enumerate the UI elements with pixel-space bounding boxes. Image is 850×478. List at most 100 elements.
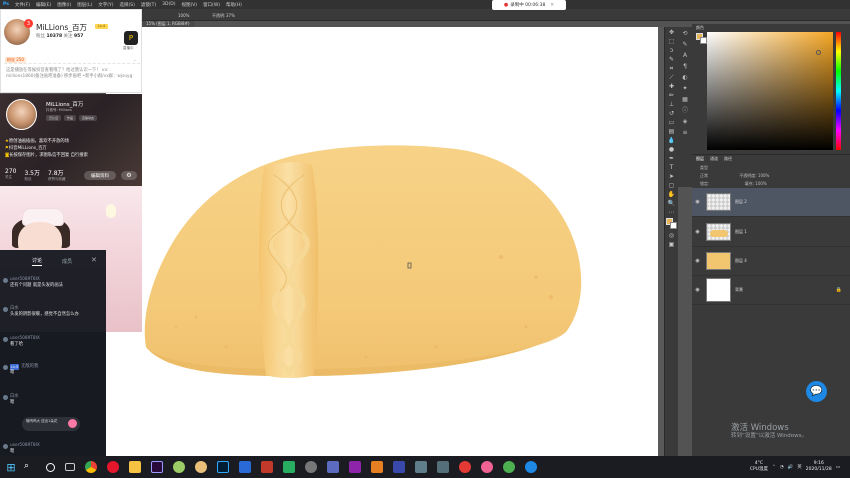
- file-explorer-icon[interactable]: [129, 461, 141, 473]
- clock[interactable]: 9:16 2020/11/28: [806, 461, 832, 473]
- adjustments-icon[interactable]: ◐: [680, 74, 690, 82]
- chat-bubble-icon[interactable]: 💬: [806, 381, 827, 402]
- layer-row[interactable]: ◉ 图层 4: [692, 247, 850, 276]
- hand-tool-icon[interactable]: ✋: [667, 191, 677, 198]
- app-icon[interactable]: [327, 461, 339, 473]
- app-icon[interactable]: [305, 461, 317, 473]
- hue-slider[interactable]: [836, 32, 841, 150]
- channels-icon[interactable]: ≡: [680, 129, 690, 137]
- brush-settings-icon[interactable]: ✎: [680, 41, 690, 49]
- color-swatches[interactable]: [665, 218, 678, 230]
- stamp-tool-icon[interactable]: ⊥: [667, 101, 677, 108]
- brush-tool-icon[interactable]: ✏: [667, 92, 677, 99]
- color-picker-field[interactable]: [707, 32, 833, 150]
- gradient-tool-icon[interactable]: ▤: [667, 128, 677, 135]
- styles-panel-icon[interactable]: ✦: [680, 85, 690, 93]
- ime-indicator[interactable]: 英: [797, 464, 802, 470]
- layer-row[interactable]: ◉ 图层 1: [692, 218, 850, 247]
- more-tools-icon[interactable]: ⋯: [667, 209, 677, 216]
- stat-likes[interactable]: 7.8万 获赞与收藏: [48, 168, 66, 182]
- character-panel-icon[interactable]: A: [680, 52, 690, 60]
- eyedropper-icon[interactable]: ⟋: [667, 74, 677, 81]
- pen-tool-icon[interactable]: ✒: [667, 155, 677, 162]
- healing-icon[interactable]: ✚: [667, 83, 677, 90]
- zoom-tool-icon[interactable]: 🔍: [667, 200, 677, 207]
- photoshop-icon[interactable]: [217, 461, 229, 473]
- app-icon[interactable]: [195, 461, 207, 473]
- live-button[interactable]: P: [124, 31, 138, 45]
- windows-start-icon[interactable]: ⊞: [3, 461, 19, 474]
- canvas[interactable]: [106, 27, 658, 456]
- menu-3d[interactable]: 3D(D): [159, 2, 178, 7]
- dodge-tool-icon[interactable]: ●: [667, 146, 677, 153]
- background-swatch[interactable]: [669, 222, 677, 229]
- wechat-icon[interactable]: [173, 461, 185, 473]
- stat-fans[interactable]: 3.5万 粉丝: [24, 168, 40, 182]
- move-tool-icon[interactable]: ✥: [667, 29, 677, 36]
- close-icon[interactable]: ✕: [91, 256, 97, 264]
- layer-row[interactable]: ◉ 背景 🔒: [692, 276, 850, 305]
- tab-discussion[interactable]: 讨论: [32, 257, 43, 266]
- menu-filter[interactable]: 滤镜(T): [138, 2, 159, 8]
- blend-mode-select[interactable]: 正常: [700, 173, 708, 178]
- menu-help[interactable]: 帮助(H): [223, 2, 245, 8]
- tab-layers[interactable]: 图层: [696, 156, 704, 162]
- menu-window[interactable]: 窗口(W): [200, 2, 223, 8]
- edit-profile-button[interactable]: 编辑资料: [84, 171, 116, 180]
- menu-image[interactable]: 图像(I): [54, 2, 74, 8]
- menu-type[interactable]: 文字(Y): [95, 2, 116, 8]
- opacity-value[interactable]: 100%: [758, 173, 769, 178]
- settings-gear-icon[interactable]: ⚙: [121, 171, 137, 180]
- lasso-tool-icon[interactable]: ↄ: [667, 47, 677, 54]
- fan-tag[interactable]: 粉丝 250: [5, 57, 26, 63]
- quick-select-icon[interactable]: ✎: [667, 56, 677, 63]
- app-icon[interactable]: [393, 461, 405, 473]
- menu-file[interactable]: 文件(F): [12, 2, 33, 8]
- info-panel-icon[interactable]: ⓘ: [680, 107, 690, 115]
- visibility-eye-icon[interactable]: ◉: [695, 287, 700, 293]
- stat-following[interactable]: 270 关注: [5, 168, 16, 182]
- quick-mask-icon[interactable]: ◎: [667, 232, 677, 239]
- navigator-icon[interactable]: ◈: [680, 118, 690, 126]
- app-icon[interactable]: [459, 461, 471, 473]
- app-icon[interactable]: [481, 461, 493, 473]
- weibo-icon[interactable]: [107, 461, 119, 473]
- menu-select[interactable]: 选择(S): [117, 2, 138, 8]
- app-icon[interactable]: [415, 461, 427, 473]
- marquee-tool-icon[interactable]: ⬚: [667, 38, 677, 45]
- ps-logo[interactable]: Ps: [0, 2, 12, 7]
- menu-edit[interactable]: 编辑(E): [33, 2, 54, 8]
- fill-value[interactable]: 100%: [755, 181, 766, 186]
- swatches-panel-icon[interactable]: ▦: [680, 96, 690, 104]
- chrome-icon[interactable]: [85, 461, 97, 473]
- cortana-icon[interactable]: [46, 462, 55, 472]
- text-tool-icon[interactable]: T: [667, 164, 677, 171]
- screen-mode-icon[interactable]: ▣: [667, 241, 677, 248]
- tab-paths[interactable]: 路径: [724, 156, 732, 162]
- app-icon[interactable]: [239, 461, 251, 473]
- close-icon[interactable]: ✕: [550, 3, 554, 8]
- paragraph-panel-icon[interactable]: ¶: [680, 63, 690, 71]
- app-icon[interactable]: [261, 461, 273, 473]
- task-view-icon[interactable]: [65, 463, 75, 471]
- pill-verified[interactable]: 已认证: [46, 115, 62, 121]
- path-select-icon[interactable]: ➤: [667, 173, 677, 180]
- blur-tool-icon[interactable]: 💧: [667, 137, 677, 144]
- search-icon[interactable]: ⌕: [24, 461, 36, 473]
- app-icon[interactable]: [283, 461, 295, 473]
- zoom-value[interactable]: 100%: [178, 13, 189, 18]
- notifications-icon[interactable]: ▭: [836, 465, 840, 470]
- chevron-down-icon[interactable]: ⌄: [133, 57, 136, 62]
- recording-indicator[interactable]: ● 录制中 00:06:38 ✕: [492, 0, 566, 10]
- menu-layer[interactable]: 图层(L): [74, 2, 95, 8]
- visibility-eye-icon[interactable]: ◉: [695, 229, 700, 235]
- history-brush-icon[interactable]: ↺: [667, 110, 677, 117]
- layer-row[interactable]: ◉ 图层 2: [692, 188, 850, 217]
- pill-works[interactable]: 作品: [64, 115, 77, 121]
- eraser-tool-icon[interactable]: ▭: [667, 119, 677, 126]
- weather-widget[interactable]: 4°C CPU温度: [750, 461, 768, 473]
- network-icon[interactable]: ◔: [780, 465, 784, 470]
- volume-icon[interactable]: 🔊: [788, 465, 794, 470]
- panel-background-swatch[interactable]: [700, 37, 707, 44]
- tab-members[interactable]: 成员: [62, 258, 72, 265]
